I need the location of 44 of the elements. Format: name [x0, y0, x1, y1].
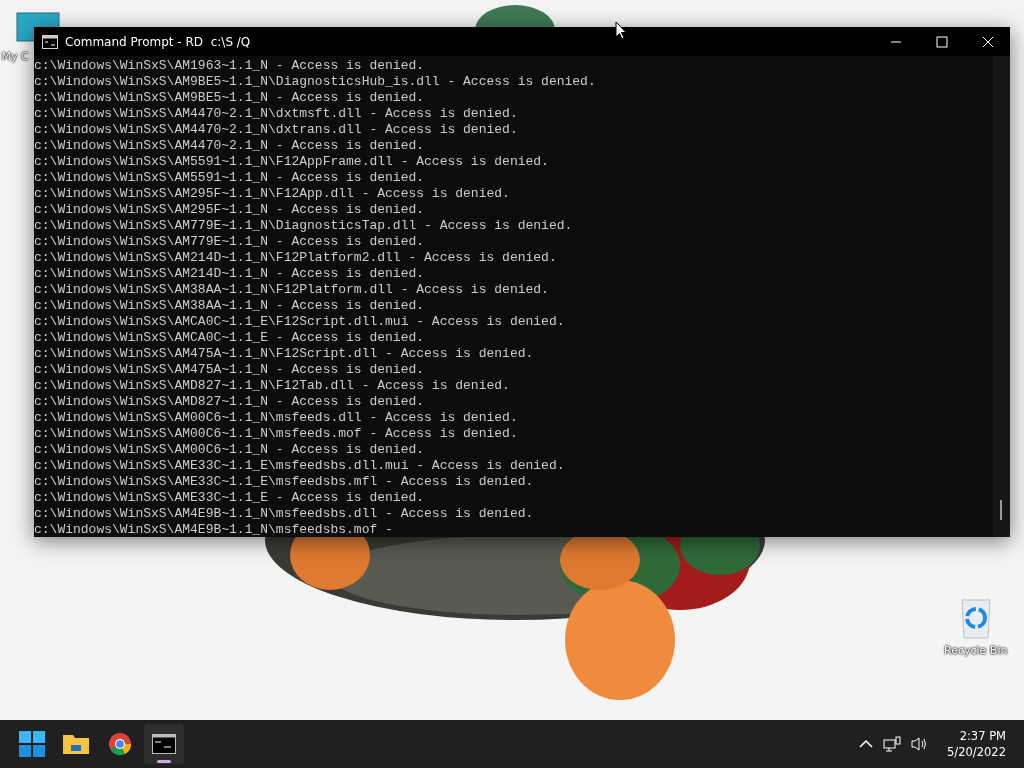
scrollbar[interactable] — [993, 56, 1010, 537]
console-line: c:\Windows\WinSxS\AM5591~1.1_N - Access is denied. — [34, 170, 426, 186]
console-line: c:\Windows\WinSxS\AM295F~1.1_N - Access is denied. — [34, 202, 426, 218]
icon-label[interactable]: My C — [1, 50, 29, 63]
chevron-up-icon[interactable] — [859, 739, 874, 749]
console-icon — [42, 34, 58, 49]
clock-time[interactable]: 2:37 PM — [959, 728, 1006, 744]
console-line: c:\Windows\WinSxS\AME33C~1.1_E\msfeedsbs.dll.mui - Access is denied. — [34, 458, 566, 474]
console-line: c:\Windows\WinSxS\AM779E~1.1_N\DiagnosticsTap.dll - Access is denied. — [34, 218, 574, 234]
console-line: c:\Windows\WinSxS\AM1963~1.1_N - Access is denied. — [34, 58, 426, 74]
console-line: c:\Windows\WinSxS\AM295F~1.1_N\F12App.dll - Access is denied. — [34, 186, 511, 202]
console-line: c:\Windows\WinSxS\AM4E9B~1.1_N\msfeedsbs.mof - — [34, 522, 394, 537]
console-line: c:\Windows\WinSxS\AMCA0C~1.1_E\F12Script.dll.mui - Access is denied. — [34, 314, 566, 330]
console-line: c:\Windows\WinSxS\AM38AA~1.1_N\F12Platform.dll - Access is denied. — [34, 282, 550, 298]
recycle-bin-icon[interactable] — [958, 598, 993, 640]
window-title: Command Prompt - RD c:\S /Q — [65, 34, 251, 49]
scrollbar-thumb[interactable] — [1000, 500, 1002, 520]
console-line: c:\Windows\WinSxS\AM9BE5~1.1_N - Access is denied. — [34, 90, 426, 106]
maximize-button[interactable] — [936, 35, 948, 48]
icon-label[interactable]: Recycle Bin — [944, 644, 1008, 657]
console-line: c:\Windows\WinSxS\AM475A~1.1_N - Access is denied. — [34, 362, 426, 378]
console-line: c:\Windows\WinSxS\AM779E~1.1_N - Access is denied. — [34, 234, 426, 250]
console-line: c:\Windows\WinSxS\AMD827~1.1_N\F12Tab.dll - Access is denied. — [34, 378, 511, 394]
console-line: c:\Windows\WinSxS\AM4470~2.1_N - Access is denied. — [34, 138, 426, 154]
close-button[interactable] — [982, 35, 994, 48]
console-line: c:\Windows\WinSxS\AM4470~2.1_N\dxtmsft.dll - Access is denied. — [34, 106, 519, 122]
console-line: c:\Windows\WinSxS\AM5591~1.1_N\F12AppFrame.dll - Access is denied. — [34, 154, 550, 170]
terminal-icon[interactable] — [144, 724, 184, 764]
console-line: c:\Windows\WinSxS\AM38AA~1.1_N - Access is denied. — [34, 298, 426, 314]
console-line: c:\Windows\WinSxS\AM4470~2.1_N\dxtrans.dll - Access is denied. — [34, 122, 519, 138]
console-line: c:\Windows\WinSxS\AM00C6~1.1_N\msfeeds.dll - Access is denied. — [34, 410, 519, 426]
console-line: c:\Windows\WinSxS\AM9BE5~1.1_N\DiagnosticsHub_is.dll - Access is denied. — [34, 74, 597, 90]
console-line: c:\Windows\WinSxS\AM214D~1.1_N\F12Platform2.dll - Access is denied. — [34, 250, 558, 266]
console-line: c:\Windows\WinSxS\AMCA0C~1.1_E - Access is denied. — [34, 330, 426, 346]
console-line: c:\Windows\WinSxS\AM214D~1.1_N - Access is denied. — [34, 266, 426, 282]
console-line: c:\Windows\WinSxS\AM475A~1.1_N\F12Script.dll - Access is denied. — [34, 346, 535, 362]
console-line: c:\Windows\WinSxS\AM4E9B~1.1_N\msfeedsbs.dll - Access is denied. — [34, 506, 535, 522]
console-line: c:\Windows\WinSxS\AM00C6~1.1_N\msfeeds.mof - Access is denied. — [34, 426, 519, 442]
console-line: c:\Windows\WinSxS\AM00C6~1.1_N - Access is denied. — [34, 442, 426, 458]
console-line: c:\Windows\WinSxS\AMD827~1.1_N - Access is denied. — [34, 394, 426, 410]
console-line: c:\Windows\WinSxS\AME33C~1.1_E - Access is denied. — [34, 490, 426, 506]
console-line: c:\Windows\WinSxS\AME33C~1.1_E\msfeedsbs.mfl - Access is denied. — [34, 474, 535, 490]
network-icon[interactable] — [883, 736, 902, 752]
clock-date[interactable]: 5/20/2022 — [947, 744, 1006, 760]
